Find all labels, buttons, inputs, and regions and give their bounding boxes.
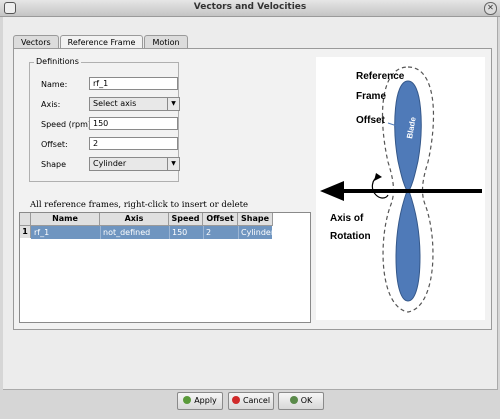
cell-axis[interactable]: not_defined <box>100 226 170 239</box>
offset-label: Offset <box>356 115 386 126</box>
axis-select-value: Select axis <box>93 99 137 108</box>
name-label: Name: <box>41 80 68 89</box>
definitions-legend: Definitions <box>34 57 81 66</box>
ok-label: OK <box>300 396 313 405</box>
cell-name[interactable]: rf_1 <box>31 226 101 239</box>
ok-icon <box>289 396 298 404</box>
axis-arrowhead <box>320 181 344 201</box>
speed-label: Speed (rpm): <box>41 120 94 129</box>
window-title: Vectors and Velocities <box>193 2 307 12</box>
table-row[interactable]: rf_1 not_defined 150 2 Cylinder <box>31 226 274 239</box>
tab-motion[interactable]: Motion <box>144 35 188 49</box>
speed-field[interactable]: 150 <box>89 117 178 130</box>
column-header-axis[interactable]: Axis <box>100 213 169 226</box>
column-header-name[interactable]: Name <box>31 213 100 226</box>
apply-label: Apply <box>194 396 217 405</box>
cancel-label: Cancel <box>242 396 271 405</box>
cell-offset[interactable]: 2 <box>203 226 239 239</box>
offset-label: Offset: <box>41 140 68 149</box>
corner-header <box>20 213 31 226</box>
reference-label-line-2: Frame <box>356 91 386 102</box>
axis-label: Axis: <box>41 100 61 109</box>
shape-select[interactable]: Cylinder ▼ <box>89 157 180 171</box>
axis-label-line-2: Rotation <box>330 231 371 242</box>
name-row: Name: rf_1 <box>30 77 178 91</box>
axis-row: Axis: Select axis ▼ <box>30 97 180 111</box>
title-bar: Vectors and Velocities ✕ <box>0 0 500 17</box>
cell-shape[interactable]: Cylinder <box>238 226 274 239</box>
offset-row: Offset: 2 <box>30 137 178 151</box>
column-header-speed[interactable]: Speed <box>169 213 203 226</box>
reference-frames-table[interactable]: Name Axis Speed Offset Shape 1 rf_1 not_… <box>19 212 311 323</box>
cancel-icon <box>231 396 240 404</box>
reference-label-line-1: Reference <box>356 71 405 82</box>
ok-button[interactable]: OK <box>278 392 324 410</box>
row-header[interactable]: 1 <box>20 226 31 238</box>
reference-frame-diagram: Blade Reference Frame Offset Axis of Rot… <box>316 57 485 320</box>
shape-row: Shape Cylinder ▼ <box>30 157 180 171</box>
close-icon[interactable]: ✕ <box>484 2 497 15</box>
shape-select-value: Cylinder <box>93 159 127 168</box>
dialog-body: Vectors Reference Frame Motion Definitio… <box>3 17 498 390</box>
cell-speed[interactable]: 150 <box>169 226 204 239</box>
chevron-down-icon[interactable]: ▼ <box>167 158 179 170</box>
button-bar: Apply Cancel OK <box>0 390 500 412</box>
axis-label-line-1: Axis of <box>330 213 364 224</box>
tab-bar: Vectors Reference Frame Motion <box>13 35 189 50</box>
column-header-shape[interactable]: Shape <box>238 213 273 226</box>
rotation-arrowhead-icon <box>374 173 382 181</box>
chevron-down-icon[interactable]: ▼ <box>167 98 179 110</box>
apply-button[interactable]: Apply <box>177 392 223 410</box>
speed-row: Speed (rpm): 150 <box>30 117 178 131</box>
column-header-offset[interactable]: Offset <box>203 213 238 226</box>
definitions-group: Definitions Name: rf_1 Axis: Select axis… <box>29 57 180 182</box>
checkmark-icon <box>183 396 192 404</box>
offset-field[interactable]: 2 <box>89 137 178 150</box>
reference-frame-panel: Definitions Name: rf_1 Axis: Select axis… <box>13 48 492 330</box>
name-field[interactable]: rf_1 <box>89 77 178 90</box>
axis-select[interactable]: Select axis ▼ <box>89 97 180 111</box>
cancel-button[interactable]: Cancel <box>228 392 274 410</box>
shape-label: Shape <box>41 160 67 169</box>
table-caption: All reference frames, right-click to ins… <box>30 200 249 210</box>
tab-vectors[interactable]: Vectors <box>13 35 59 49</box>
